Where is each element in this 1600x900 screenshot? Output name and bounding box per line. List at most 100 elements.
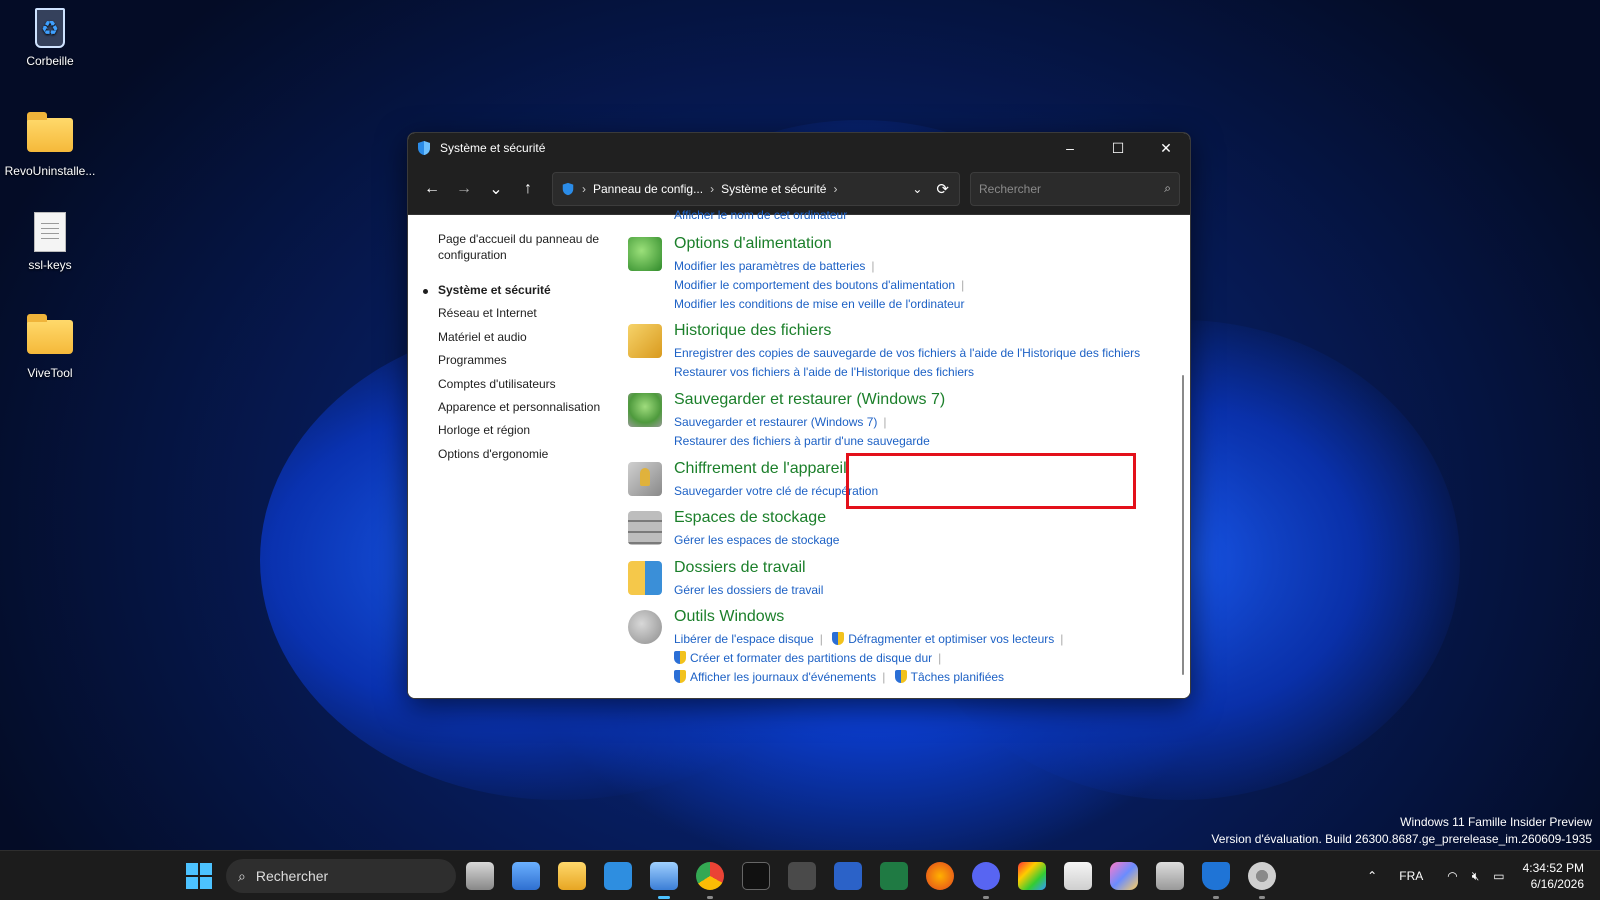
language-indicator[interactable]: FRA bbox=[1399, 869, 1423, 883]
file-explorer-icon[interactable] bbox=[558, 862, 586, 890]
computer-management-icon[interactable] bbox=[1156, 862, 1184, 890]
search-icon: ⌕ bbox=[238, 867, 246, 884]
taskbar: ⌕ Rechercher ⌃ FRA ◠ 🔇︎ ▭ 4:34:52 PM 6/1… bbox=[0, 850, 1600, 900]
task-view-icon[interactable] bbox=[466, 862, 494, 890]
task-link[interactable]: Modifier les paramètres de batteries bbox=[674, 259, 865, 273]
back-button[interactable]: ← bbox=[416, 173, 448, 205]
desktop-icon-ssl-keys[interactable]: ssl-keys bbox=[0, 212, 100, 272]
window-title: Système et sécurité bbox=[440, 141, 546, 155]
address-bar[interactable]: › Panneau de config... › Système et sécu… bbox=[552, 171, 960, 206]
photos-icon[interactable] bbox=[512, 862, 540, 890]
task-link[interactable]: Tâches planifiées bbox=[911, 670, 1004, 684]
desktop-icon-recycle-bin[interactable]: ♻ Corbeille bbox=[0, 8, 100, 68]
section-heading[interactable]: Espaces de stockage bbox=[674, 509, 826, 527]
store-icon[interactable] bbox=[1064, 862, 1092, 890]
task-link[interactable]: Créer et formater des partitions de disq… bbox=[690, 651, 932, 665]
up-button[interactable]: ↑ bbox=[512, 173, 544, 205]
search-icon[interactable]: ⌕ bbox=[1164, 181, 1171, 196]
color-app-icon[interactable] bbox=[1018, 862, 1046, 890]
evaluation-watermark: Windows 11 Famille Insider Preview Versi… bbox=[1211, 814, 1592, 848]
task-link[interactable]: Libérer de l'espace disque bbox=[674, 632, 814, 646]
task-link[interactable]: Restaurer des fichiers à partir d'une sa… bbox=[674, 434, 930, 448]
security-shield-icon[interactable] bbox=[1202, 862, 1230, 899]
section-links: Libérer de l'espace disque | Défragmenter… bbox=[674, 632, 1064, 684]
desktop-icon-label: ssl-keys bbox=[28, 258, 72, 272]
title-bar[interactable]: Système et sécurité – ☐ ✕ bbox=[408, 133, 1190, 163]
section-heading[interactable]: Historique des fichiers bbox=[674, 322, 831, 340]
control-panel-home-link[interactable]: Page d'accueil du panneau de configurati… bbox=[438, 231, 618, 263]
close-icon: ✕ bbox=[1160, 139, 1172, 156]
breadcrumb-item-system-security[interactable]: Système et sécurité bbox=[721, 182, 826, 196]
work-folders-icon bbox=[628, 561, 662, 595]
speaker-muted-icon[interactable]: 🔇︎ bbox=[1472, 869, 1480, 884]
nav-item-programs[interactable]: Programmes bbox=[438, 349, 618, 372]
text-file-icon bbox=[27, 212, 73, 254]
desktop-icon-label: Corbeille bbox=[26, 54, 74, 68]
task-link[interactable]: Afficher les journaux d'événements bbox=[690, 670, 876, 684]
desktop-icon-vivetool[interactable]: ViveTool bbox=[0, 312, 100, 380]
notepad-icon[interactable] bbox=[604, 862, 632, 890]
task-link[interactable]: Gérer les espaces de stockage bbox=[674, 533, 839, 547]
task-link[interactable]: Restaurer vos fichiers à l'aide de l'His… bbox=[674, 365, 974, 379]
nav-item-ease-of-access[interactable]: Options d'ergonomie bbox=[438, 443, 618, 466]
arrow-right-icon: → bbox=[456, 179, 472, 197]
nav-item-hardware-sound[interactable]: Matériel et audio bbox=[438, 326, 618, 349]
firefox-icon[interactable] bbox=[926, 862, 954, 890]
backup-restore-icon bbox=[628, 393, 662, 427]
task-link[interactable]: Modifier le comportement des boutons d'a… bbox=[674, 278, 955, 292]
section-links: Gérer les dossiers de travail bbox=[674, 581, 1174, 600]
section-heading[interactable]: Outils Windows bbox=[674, 608, 784, 626]
partial-link-computer-name[interactable]: Afficher le nom de cet ordinateur bbox=[674, 208, 847, 222]
settings-gear-icon[interactable] bbox=[1248, 862, 1276, 899]
copilot-icon[interactable] bbox=[1110, 862, 1138, 890]
task-link[interactable]: Modifier les conditions de mise en veill… bbox=[674, 297, 964, 311]
uac-shield-icon bbox=[894, 670, 907, 683]
task-link[interactable]: Gérer les dossiers de travail bbox=[674, 583, 823, 597]
discord-icon[interactable] bbox=[972, 862, 1000, 899]
task-link[interactable]: Sauvegarder votre clé de récupération bbox=[674, 484, 878, 498]
chevron-up-icon[interactable]: ⌃ bbox=[1367, 869, 1377, 883]
section-heading[interactable]: Dossiers de travail bbox=[674, 559, 806, 577]
start-button[interactable] bbox=[186, 863, 212, 889]
taskbar-search[interactable]: ⌕ Rechercher bbox=[226, 859, 456, 893]
section-heading[interactable]: Options d'alimentation bbox=[674, 235, 832, 253]
chrome-icon[interactable] bbox=[696, 862, 724, 899]
power-options-icon bbox=[628, 237, 662, 271]
vertical-scrollbar[interactable] bbox=[1182, 375, 1184, 675]
task-link[interactable]: Sauvegarder et restaurer (Windows 7) bbox=[674, 415, 877, 429]
nav-item-user-accounts[interactable]: Comptes d'utilisateurs bbox=[438, 373, 618, 396]
nav-item-clock-region[interactable]: Horloge et région bbox=[438, 419, 618, 442]
task-link[interactable]: Défragmenter et optimiser vos lecteurs bbox=[848, 632, 1054, 646]
minimize-button[interactable]: – bbox=[1046, 133, 1094, 163]
breadcrumb-item-control-panel[interactable]: Panneau de config... bbox=[593, 182, 703, 196]
search-input[interactable] bbox=[979, 181, 1165, 196]
refresh-icon[interactable]: ⟳ bbox=[936, 180, 949, 198]
recycle-bin-icon: ♻ bbox=[27, 8, 73, 50]
close-button[interactable]: ✕ bbox=[1142, 133, 1190, 163]
control-panel-taskbar-icon[interactable] bbox=[650, 862, 678, 899]
section-heading[interactable]: Sauvegarder et restaurer (Windows 7) bbox=[674, 391, 945, 409]
search-box[interactable]: ⌕ bbox=[970, 171, 1180, 206]
terminal-icon[interactable] bbox=[742, 862, 770, 890]
folder-icon bbox=[27, 314, 73, 362]
forward-button[interactable]: → bbox=[448, 173, 480, 205]
nav-item-appearance[interactable]: Apparence et personnalisation bbox=[438, 396, 618, 419]
desktop-icon-revouninstaller[interactable]: RevoUninstalle... bbox=[0, 110, 100, 178]
recent-locations-button[interactable]: ⌄ bbox=[480, 173, 512, 205]
battery-icon[interactable]: ▭ bbox=[1493, 869, 1504, 883]
maximize-button[interactable]: ☐ bbox=[1094, 133, 1142, 163]
task-link[interactable]: Enregistrer des copies de sauvegarde de … bbox=[674, 346, 1140, 360]
wifi-icon[interactable]: ◠ bbox=[1447, 869, 1457, 883]
nav-item-network-internet[interactable]: Réseau et Internet bbox=[438, 302, 618, 325]
clock[interactable]: 4:34:52 PM 6/16/2026 bbox=[1523, 860, 1584, 892]
clock-time: 4:34:52 PM bbox=[1522, 861, 1584, 875]
nav-item-system-security[interactable]: Système et sécurité bbox=[423, 279, 618, 302]
windows-tools-icon bbox=[628, 610, 662, 644]
word-icon[interactable] bbox=[834, 862, 862, 890]
shield-app-icon bbox=[418, 141, 430, 155]
address-history-chevron-icon[interactable]: ⌄ bbox=[912, 182, 922, 196]
excel-icon[interactable] bbox=[880, 862, 908, 890]
calculator-icon[interactable] bbox=[788, 862, 816, 890]
system-tray: ⌃ FRA ◠ 🔇︎ ▭ 4:34:52 PM 6/16/2026 bbox=[1353, 851, 1584, 900]
section-heading[interactable]: Chiffrement de l'appareil bbox=[674, 460, 847, 478]
